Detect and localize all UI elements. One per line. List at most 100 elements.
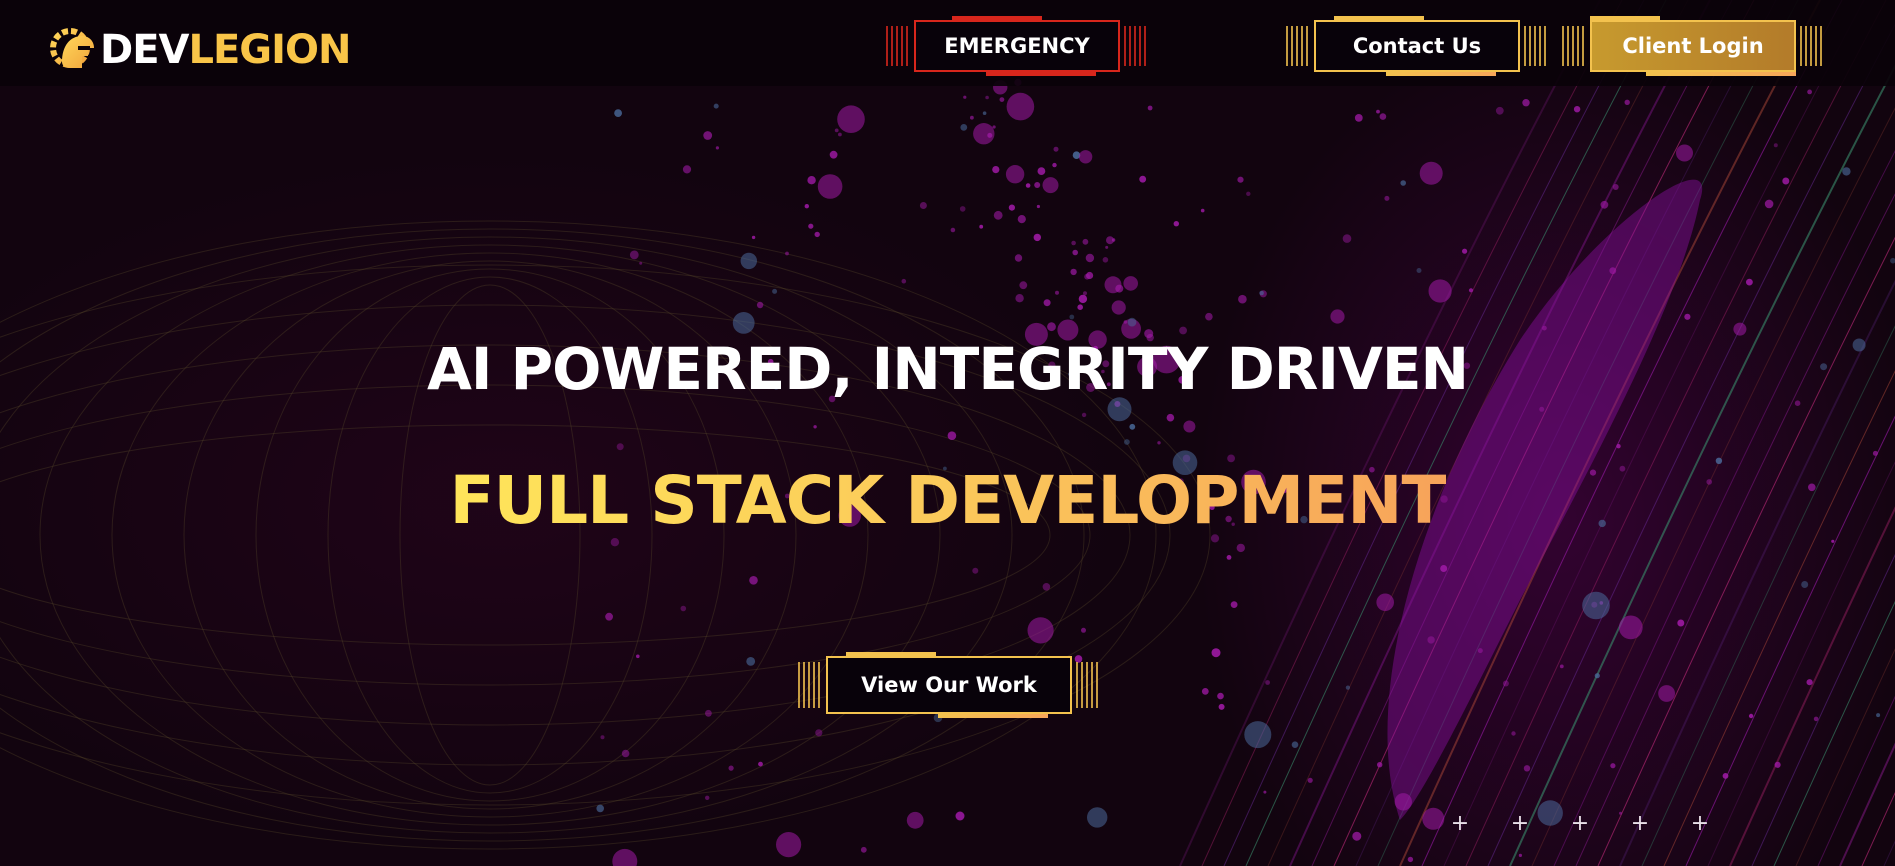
particle (1015, 294, 1024, 303)
particle (758, 761, 763, 767)
light-streaks (1179, 0, 1895, 866)
particle (808, 223, 814, 229)
particle (614, 109, 622, 117)
particle (1511, 731, 1516, 736)
particle (1014, 254, 1023, 262)
particle (616, 443, 624, 451)
particle (1502, 680, 1509, 687)
particle (1129, 423, 1136, 430)
particle (1259, 290, 1264, 296)
button-tab-decoration (1590, 16, 1660, 20)
particle (1352, 831, 1362, 841)
light-streak (1619, 279, 1895, 866)
particle (1748, 713, 1754, 719)
particle (1539, 406, 1545, 412)
particle (1573, 106, 1581, 113)
view-our-work-button[interactable]: View Our Work (798, 652, 1100, 718)
particle (596, 804, 604, 813)
particle (1376, 593, 1394, 612)
particle (906, 811, 924, 829)
light-streak (1861, 791, 1895, 866)
light-streak (1685, 415, 1895, 866)
particle (1774, 761, 1781, 768)
particle (1147, 105, 1153, 111)
particle (1205, 312, 1213, 321)
particle (1872, 450, 1878, 456)
particle (947, 431, 957, 441)
particle (992, 125, 996, 129)
particle (1027, 617, 1054, 644)
plus-icon: + (1690, 811, 1710, 836)
particle (751, 235, 756, 240)
particle (728, 765, 734, 771)
particle (1419, 161, 1443, 185)
plus-icon: + (1510, 811, 1530, 836)
particle (1764, 199, 1774, 209)
particle (1077, 304, 1083, 311)
particle (979, 224, 984, 229)
particle (749, 576, 758, 585)
brand-wordmark: DEVLEGION (100, 18, 352, 78)
particle (999, 97, 1005, 102)
particle (1733, 322, 1747, 336)
brand-logo[interactable]: DEVLEGION (48, 18, 352, 78)
particle (785, 251, 789, 256)
particle (680, 605, 687, 612)
particle (1082, 238, 1089, 245)
particle (1078, 150, 1093, 164)
particle (1246, 191, 1251, 196)
particle (1658, 685, 1675, 702)
particle (1495, 106, 1504, 115)
particle (1166, 413, 1175, 422)
emergency-button[interactable]: EMERGENCY (886, 16, 1148, 76)
particle (992, 166, 1000, 174)
particle (1801, 581, 1809, 588)
light-streak (1883, 840, 1895, 866)
particle (815, 729, 823, 737)
light-streak (1575, 193, 1895, 866)
particle (1123, 276, 1138, 291)
particle (1400, 180, 1406, 186)
hero-title: AI POWERED, INTEGRITY DRIVEN (426, 335, 1469, 403)
particle (1416, 268, 1422, 273)
particle (621, 749, 630, 758)
spartan-helmet-icon (50, 28, 94, 68)
particle (740, 252, 757, 270)
particle (1183, 420, 1196, 433)
particle (985, 95, 989, 100)
particle (610, 538, 620, 547)
particle (1407, 856, 1414, 863)
contact-us-button-label: Contact Us (1352, 34, 1482, 58)
particle (1047, 322, 1056, 332)
particle (1618, 615, 1643, 640)
particle (1036, 204, 1040, 209)
background-decoration (0, 0, 1895, 866)
particle (746, 657, 756, 666)
particle (1070, 268, 1077, 276)
particle (1025, 183, 1031, 188)
particle (1123, 320, 1128, 324)
client-login-button[interactable]: Client Login (1562, 16, 1824, 76)
particle (1624, 99, 1630, 106)
button-tick-decoration (1076, 662, 1100, 708)
button-tick-decoration (1562, 26, 1586, 66)
contact-us-button[interactable]: Contact Us (1286, 16, 1548, 76)
particle (1354, 114, 1363, 122)
particle (919, 202, 927, 209)
particle (1033, 233, 1042, 242)
particle (1427, 636, 1435, 644)
light-streak (1399, 0, 1821, 866)
particle (1072, 249, 1078, 256)
particle (1078, 294, 1088, 304)
particle (817, 174, 843, 199)
particle (1055, 290, 1059, 295)
light-streak (1663, 370, 1895, 866)
particle (1462, 248, 1468, 254)
particle (1676, 144, 1693, 162)
button-tick-decoration (886, 26, 910, 66)
particle (838, 132, 842, 137)
hero-subtitle: FULL STACK DEVELOPMENT (0, 462, 1895, 539)
button-tick-decoration (1524, 26, 1548, 66)
particle (1722, 773, 1729, 779)
particle (713, 103, 719, 109)
